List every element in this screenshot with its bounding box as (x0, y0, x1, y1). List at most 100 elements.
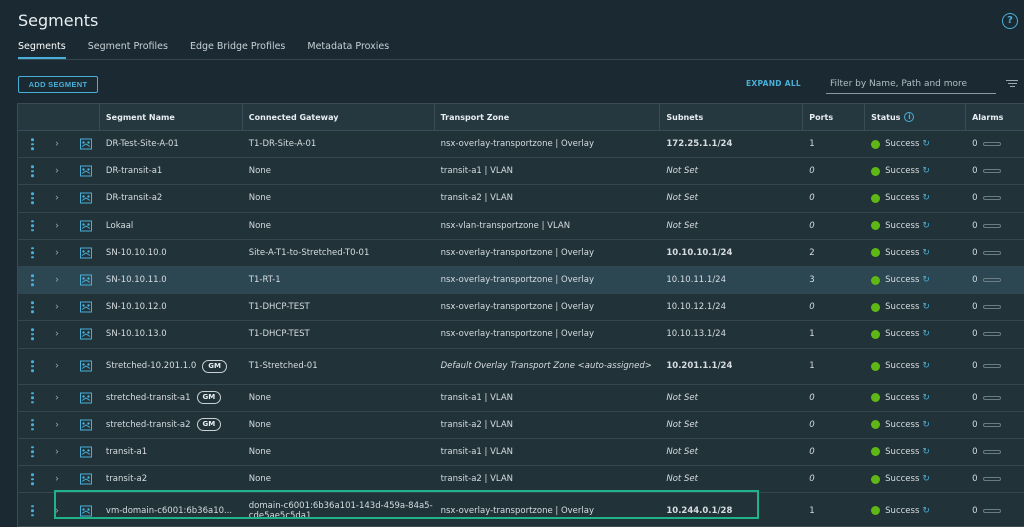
kebab-icon[interactable] (31, 274, 34, 286)
chevron-right-icon[interactable]: › (55, 275, 59, 286)
refresh-icon[interactable]: ↻ (922, 221, 930, 231)
row-controls: › (18, 493, 100, 526)
segment-name[interactable]: transit-a2 (106, 474, 147, 484)
header-alarms[interactable]: Alarms (966, 104, 1024, 130)
chevron-right-icon[interactable]: › (55, 474, 59, 485)
help-circle-icon[interactable]: ? (1002, 13, 1018, 29)
segment-name[interactable]: Stretched-10.201.1.0 (106, 361, 196, 371)
header-transport-zone[interactable]: Transport Zone (435, 104, 661, 130)
refresh-icon[interactable]: ↻ (922, 329, 930, 339)
kebab-icon[interactable] (31, 165, 34, 178)
chevron-right-icon[interactable]: › (55, 247, 59, 258)
kebab-icon[interactable] (31, 360, 34, 372)
refresh-icon[interactable]: ↻ (922, 361, 930, 371)
segment-name[interactable]: stretched-transit-a2 (106, 420, 191, 430)
chevron-right-icon[interactable]: › (55, 419, 59, 430)
segment-name[interactable]: DR-Test-Site-A-01 (106, 139, 179, 149)
chevron-right-icon[interactable]: › (55, 505, 59, 516)
segment-name[interactable]: SN-10.10.10.0 (106, 248, 167, 258)
refresh-icon[interactable]: ↻ (922, 139, 930, 149)
ports-count[interactable]: 2 (803, 240, 865, 266)
refresh-icon[interactable]: ↻ (922, 248, 930, 258)
chevron-right-icon[interactable]: › (55, 392, 59, 403)
tab-segments[interactable]: Segments (18, 40, 66, 59)
filter-input[interactable] (826, 75, 996, 94)
refresh-icon[interactable]: ↻ (922, 302, 930, 312)
kebab-icon[interactable] (31, 247, 34, 259)
refresh-icon[interactable]: ↻ (922, 275, 930, 285)
segment-name[interactable]: vm-domain-c6001:6b36a10... (106, 506, 232, 516)
chevron-right-icon[interactable]: › (55, 302, 59, 313)
segment-name[interactable]: SN-10.10.11.0 (106, 275, 167, 285)
table-row[interactable]: › DR-Test-Site-A-01 T1-DR-Site-A-01 nsx-ove… (18, 131, 1024, 159)
table-row[interactable]: › SN-10.10.11.0 T1-RT-1 nsx-overlay-transpo… (18, 266, 1024, 295)
header-status-label: Status (871, 112, 901, 122)
refresh-icon[interactable]: ↻ (922, 474, 930, 484)
segment-name[interactable]: stretched-transit-a1 (106, 393, 191, 403)
segment-name[interactable]: DR-transit-a2 (106, 193, 162, 203)
ports-count[interactable]: 1 (803, 493, 865, 526)
add-segment-button[interactable]: ADD SEGMENT (18, 76, 98, 93)
header-ports[interactable]: Ports (803, 104, 866, 130)
segment-name[interactable]: SN-10.10.12.0 (106, 302, 167, 312)
chevron-right-icon[interactable]: › (55, 446, 59, 457)
kebab-icon[interactable] (31, 192, 34, 205)
kebab-icon[interactable] (31, 391, 34, 404)
subnet-value: Not Set (666, 446, 698, 457)
table-row[interactable]: › Stretched-10.201.1.0 GM T1-Stretched-01 De… (18, 349, 1024, 385)
ports-count[interactable]: 1 (803, 321, 865, 347)
table-row[interactable]: › transit-a1 None transit-a1 | VLAN Not Set 0… (18, 439, 1024, 467)
status-success-icon (871, 329, 881, 339)
segment-name[interactable]: Lokaal (106, 221, 133, 231)
ports-count[interactable]: 3 (803, 267, 865, 293)
table-row[interactable]: › vm-domain-c6001:6b36a10... domain-c6001:… (18, 493, 1024, 526)
table-row[interactable]: › DR-transit-a2 None transit-a2 | VLAN Not S… (18, 185, 1024, 213)
kebab-icon[interactable] (31, 138, 34, 150)
refresh-icon[interactable]: ↻ (922, 420, 930, 430)
header-subnets[interactable]: Subnets (660, 104, 804, 130)
table-row[interactable]: › DR-transit-a1 None transit-a1 | VLAN Not S… (18, 158, 1024, 186)
chevron-right-icon[interactable]: › (55, 139, 59, 150)
expand-all-link[interactable]: EXPAND ALL (746, 79, 801, 88)
refresh-icon[interactable]: ↻ (922, 393, 930, 403)
refresh-icon[interactable]: ↻ (922, 166, 930, 176)
refresh-icon[interactable]: ↻ (922, 447, 930, 457)
tab-segment-profiles[interactable]: Segment Profiles (88, 40, 168, 59)
table-row[interactable]: › Lokaal None nsx-vlan-transportzone | VLAN… (18, 213, 1024, 240)
subnet-value[interactable]: 10.10.13.1/24 (660, 321, 803, 347)
table-row[interactable]: › stretched-transit-a1 GM None transit-a1 | … (18, 385, 1024, 412)
chevron-right-icon[interactable]: › (55, 166, 59, 177)
kebab-icon[interactable] (31, 473, 34, 485)
ports-count[interactable]: 1 (803, 349, 865, 384)
kebab-icon[interactable] (31, 328, 34, 341)
kebab-icon[interactable] (31, 219, 34, 232)
chevron-right-icon[interactable]: › (55, 220, 59, 231)
refresh-icon[interactable]: ↻ (922, 193, 930, 203)
table-row[interactable]: › SN-10.10.13.0 T1-DHCP-TEST nsx-overlay-tr… (18, 321, 1024, 349)
kebab-icon[interactable] (31, 419, 34, 431)
subnet-value[interactable]: 10.10.12.1/24 (660, 294, 803, 320)
header-status[interactable]: Status i (865, 104, 967, 130)
chevron-right-icon[interactable]: › (55, 329, 59, 340)
table-row[interactable]: › SN-10.10.12.0 T1-DHCP-TEST nsx-overlay-tr… (18, 294, 1024, 322)
header-connected-gateway[interactable]: Connected Gateway (243, 104, 435, 130)
segment-name[interactable]: DR-transit-a1 (106, 166, 162, 176)
table-row[interactable]: › stretched-transit-a2 GM None transit-a2 | … (18, 412, 1024, 439)
segment-name[interactable]: transit-a1 (106, 447, 147, 457)
segment-name[interactable]: SN-10.10.13.0 (106, 329, 167, 339)
kebab-icon[interactable] (31, 505, 34, 517)
tab-metadata-proxies[interactable]: Metadata Proxies (307, 40, 389, 59)
kebab-icon[interactable] (31, 446, 34, 458)
info-icon[interactable]: i (904, 112, 915, 122)
subnet-value[interactable]: 10.10.11.1/24 (660, 267, 803, 293)
refresh-icon[interactable]: ↻ (922, 506, 930, 516)
tab-edge-bridge-profiles[interactable]: Edge Bridge Profiles (190, 40, 285, 59)
table-row[interactable]: › SN-10.10.10.0 Site-A-T1-to-Stretched-T0-… (18, 240, 1024, 267)
ports-count[interactable]: 1 (803, 131, 865, 157)
table-row[interactable]: › transit-a2 None transit-a2 | VLAN Not Set 0… (18, 466, 1024, 494)
kebab-icon[interactable] (31, 301, 34, 313)
chevron-right-icon[interactable]: › (55, 193, 59, 204)
filter-lines-icon[interactable] (1006, 80, 1018, 90)
header-segment-name[interactable]: Segment Name (100, 104, 243, 130)
chevron-right-icon[interactable]: › (55, 361, 59, 372)
